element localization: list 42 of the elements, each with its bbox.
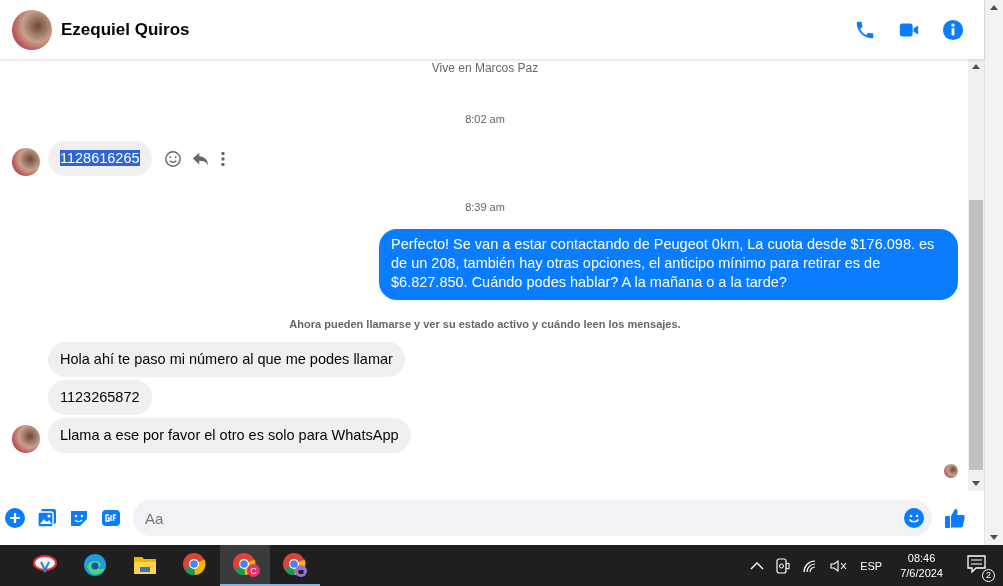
notification-count: 2 [982, 568, 995, 582]
info-icon[interactable] [942, 18, 964, 41]
smiley-icon[interactable] [163, 150, 182, 168]
avatar[interactable] [12, 9, 52, 50]
sticker-icon[interactable] [69, 508, 89, 528]
message-bubble: 1128616265 [48, 141, 152, 176]
plus-icon[interactable] [5, 508, 25, 528]
contact-name[interactable]: Ezequiel Quiros [61, 19, 190, 40]
message-bubble: Perfecto! Se van a estar contactando de Peugeot 0km, La cuota desde $176.098. es de un 208, también hay otras opciones, el anticipo mínimo para retirar es de $6.827.850. Cuándo podes hablar? A la mañana o a la tarde? [379, 229, 958, 300]
scroll-down-icon[interactable] [972, 481, 980, 486]
scroll-down-icon[interactable] [990, 535, 998, 540]
chevron-up-icon[interactable] [750, 560, 765, 571]
page-scrollbar[interactable] [984, 0, 1003, 545]
clock-date[interactable]: 7/6/2024 [900, 567, 943, 579]
notice-text: Vive en Marcos Paz [430, 61, 540, 75]
emoji-icon[interactable] [904, 508, 924, 528]
notice-text: Ahora pueden llamarse y ver su estado activo y cuándo leen los mensajes. [288, 318, 682, 330]
message-bubble: 1123265872 [48, 380, 152, 415]
camera-icon[interactable] [776, 557, 791, 574]
image-icon[interactable] [37, 508, 57, 528]
language-indicator[interactable]: ESP [860, 559, 883, 572]
chrome-icon [282, 551, 308, 578]
chrome-icon [182, 551, 208, 578]
message-bubble: Hola ahí te paso mi número al que me podes llamar [48, 342, 405, 377]
clock-time[interactable]: 08:46 [907, 552, 936, 564]
browser-icon [83, 552, 107, 577]
notification-icon[interactable] [967, 554, 987, 573]
taskbar-app[interactable]: C [220, 545, 270, 586]
profile-badge: C [247, 564, 260, 577]
scroll-up-icon[interactable] [990, 5, 998, 10]
message-bubble: Llama a ese por favor el otro es solo para WhatsApp [48, 418, 411, 453]
chrome-icon [232, 551, 258, 578]
timestamp: 8:02 am [464, 113, 506, 125]
more-icon[interactable] [219, 151, 226, 167]
message-input[interactable]: Aa [133, 500, 932, 536]
timestamp: 8:39 am [464, 201, 506, 213]
gif-icon[interactable] [101, 508, 121, 528]
speaker-muted-icon[interactable] [830, 558, 849, 573]
thumbs-up-icon[interactable] [944, 507, 966, 529]
scrollbar[interactable] [968, 59, 984, 491]
read-receipt-avatar [944, 464, 958, 478]
scroll-up-icon[interactable] [972, 64, 980, 69]
